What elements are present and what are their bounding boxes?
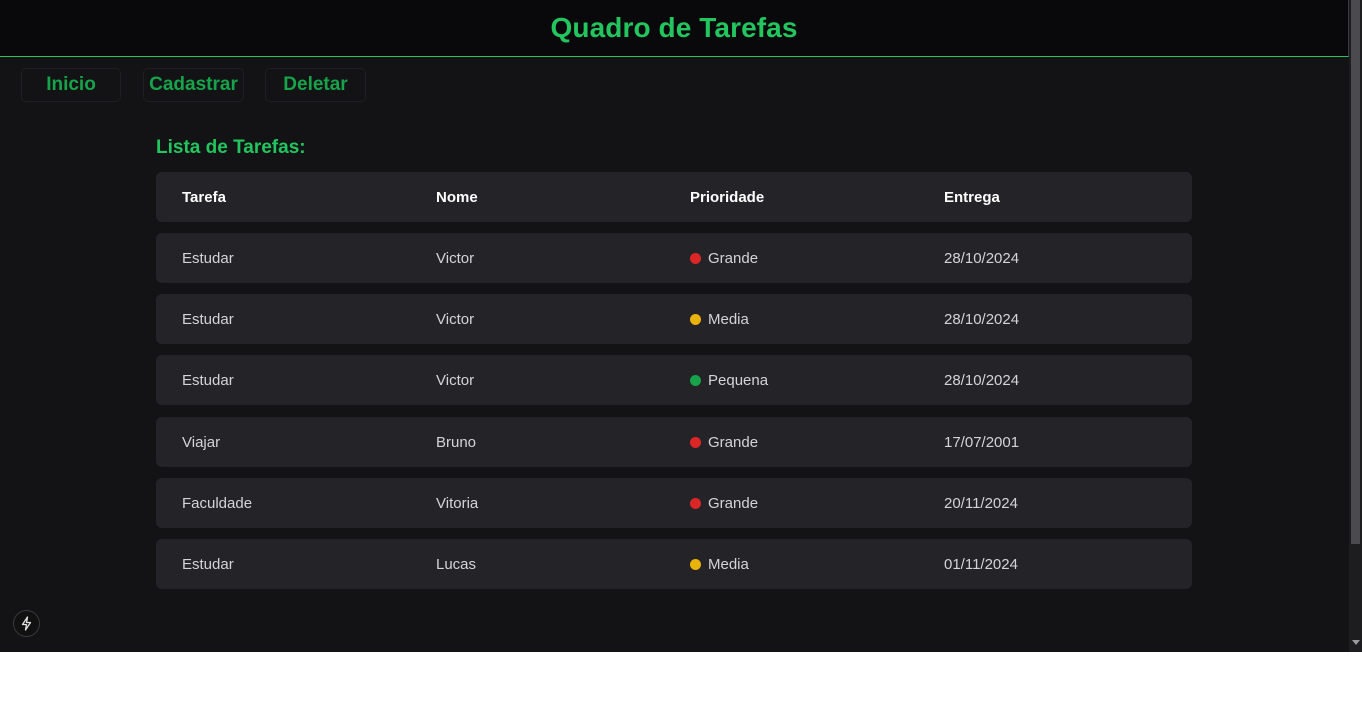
table-row: Faculdade Vitoria Grande 20/11/2024 <box>156 478 1192 528</box>
priority-dot-icon <box>690 374 701 386</box>
column-header-nome: Nome <box>436 188 478 206</box>
list-title: Lista de Tarefas: <box>156 137 306 158</box>
lightning-icon <box>21 616 32 631</box>
cell-entrega: 28/10/2024 <box>944 371 1020 389</box>
cell-nome: Lucas <box>436 555 477 573</box>
priority-label: Media <box>708 555 749 573</box>
priority-label: Grande <box>708 433 759 451</box>
cell-entrega: 28/10/2024 <box>944 249 1020 267</box>
priority-dot-icon <box>690 252 701 264</box>
app-header: Quadro de Tarefas <box>0 0 1349 57</box>
cell-prioridade: Media <box>690 294 749 344</box>
table-row: Estudar Victor Media 28/10/2024 <box>156 294 1192 344</box>
priority-dot-icon <box>690 497 701 509</box>
cell-entrega: 20/11/2024 <box>944 494 1018 512</box>
cell-nome: Victor <box>436 371 475 389</box>
page-viewport: Quadro de Tarefas Inicio Cadastrar Delet… <box>0 0 1362 652</box>
cell-entrega: 28/10/2024 <box>944 310 1020 328</box>
priority-dot-icon <box>690 436 701 448</box>
nav-inicio-button[interactable]: Inicio <box>21 68 121 102</box>
cell-entrega: 17/07/2001 <box>944 433 1020 451</box>
cell-nome: Victor <box>436 249 475 267</box>
cell-prioridade: Grande <box>690 417 758 467</box>
priority-dot-icon <box>690 313 701 325</box>
cell-prioridade: Grande <box>690 233 758 283</box>
cell-tarefa: Estudar <box>182 249 234 267</box>
top-nav: Inicio Cadastrar Deletar <box>0 57 1349 113</box>
nav-cadastrar-button[interactable]: Cadastrar <box>143 68 244 102</box>
priority-label: Pequena <box>708 371 769 389</box>
scroll-down-arrow-icon[interactable] <box>1352 640 1360 645</box>
cell-tarefa: Estudar <box>182 371 234 389</box>
cell-tarefa: Faculdade <box>182 494 253 512</box>
priority-dot-icon <box>690 558 701 570</box>
scrollbar-thumb[interactable] <box>1351 0 1360 544</box>
cell-tarefa: Estudar <box>182 555 234 573</box>
cell-tarefa: Estudar <box>182 310 234 328</box>
cell-tarefa: Viajar <box>182 433 221 451</box>
table-row: Estudar Victor Grande 28/10/2024 <box>156 233 1192 283</box>
cell-prioridade: Media <box>690 539 749 589</box>
priority-label: Grande <box>708 494 759 512</box>
priority-label: Media <box>708 310 749 328</box>
column-header-prioridade: Prioridade <box>690 188 765 206</box>
column-header-entrega: Entrega <box>944 188 1000 206</box>
table-row: Viajar Bruno Grande 17/07/2001 <box>156 417 1192 467</box>
cell-nome: Victor <box>436 310 475 328</box>
cell-nome: Bruno <box>436 433 477 451</box>
table-row: Estudar Victor Pequena 28/10/2024 <box>156 355 1192 405</box>
cell-prioridade: Grande <box>690 478 758 528</box>
table-row: Estudar Lucas Media 01/11/2024 <box>156 539 1192 589</box>
table-header-row: Tarefa Nome Prioridade Entrega <box>156 172 1192 222</box>
dev-tools-button[interactable] <box>13 610 40 637</box>
cell-entrega: 01/11/2024 <box>944 555 1018 573</box>
cell-prioridade: Pequena <box>690 355 768 405</box>
priority-label: Grande <box>708 249 759 267</box>
column-header-tarefa: Tarefa <box>182 188 226 206</box>
page-title: Quadro de Tarefas <box>550 12 798 43</box>
nav-deletar-button[interactable]: Deletar <box>265 68 366 102</box>
cell-nome: Vitoria <box>436 494 479 512</box>
vertical-scrollbar[interactable] <box>1349 0 1362 652</box>
